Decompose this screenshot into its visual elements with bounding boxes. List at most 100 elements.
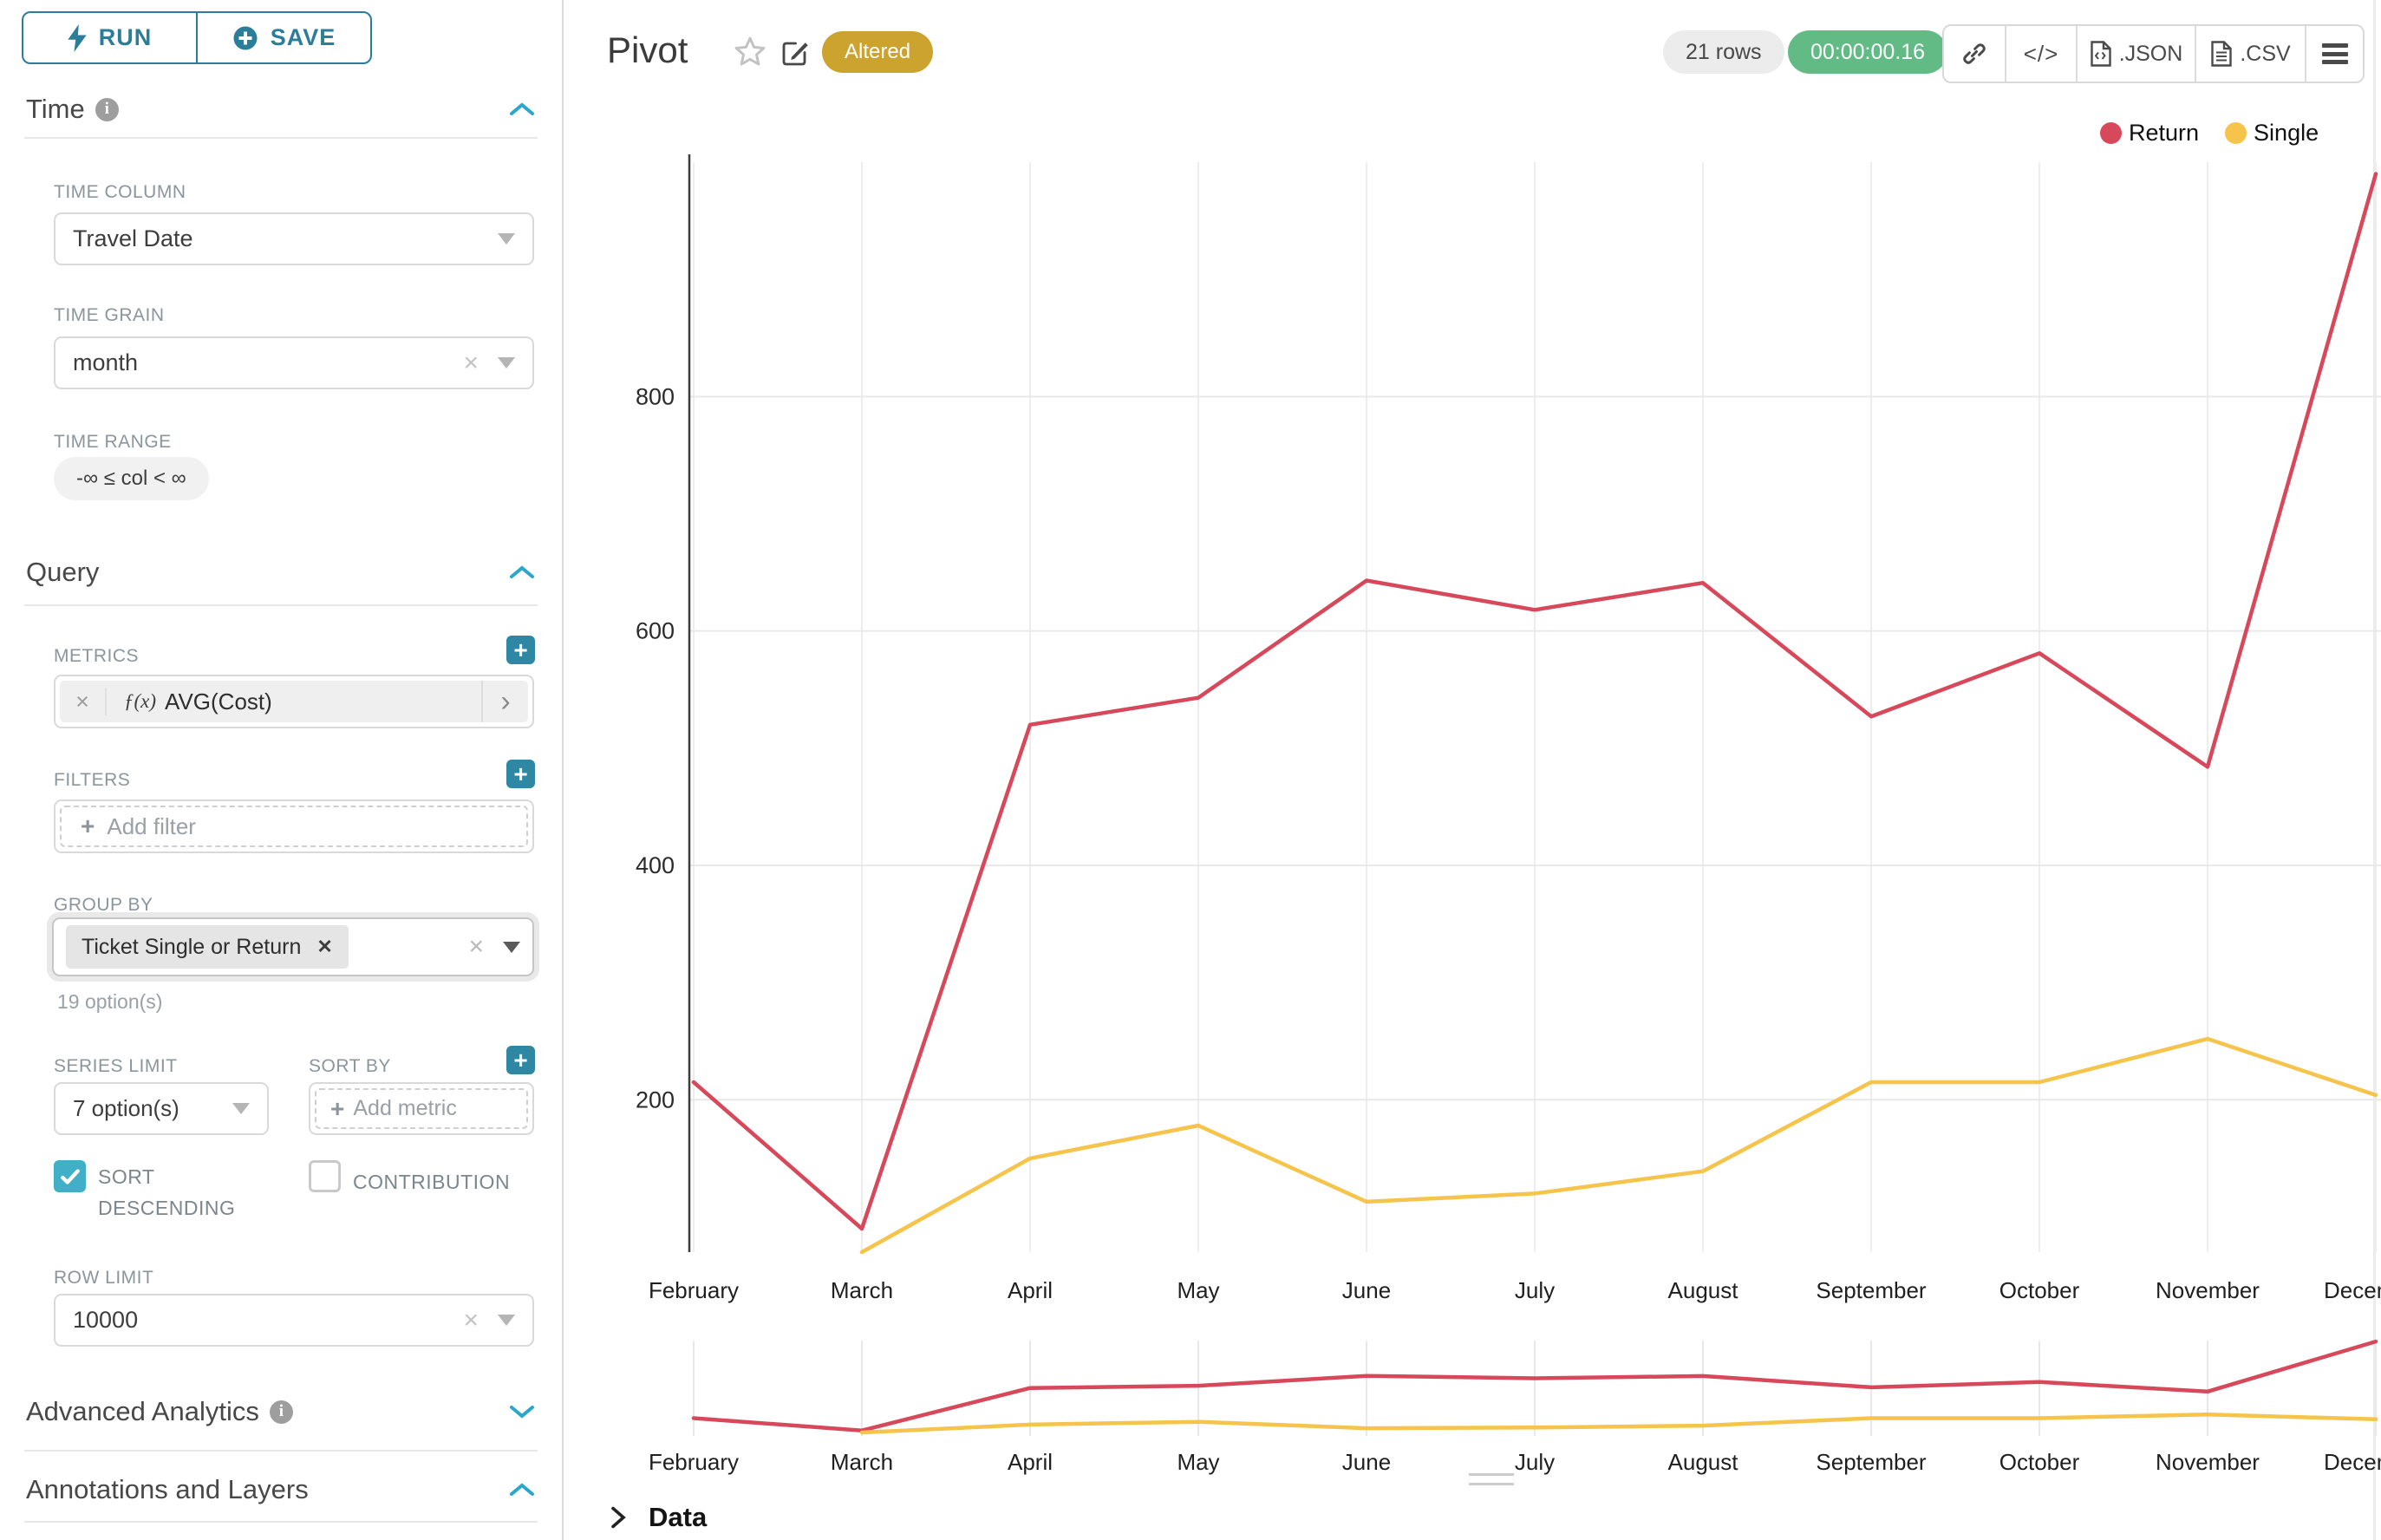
mini-x-tick-label: May xyxy=(1177,1449,1219,1475)
add-metric-button[interactable]: + xyxy=(506,636,535,664)
group-by-select[interactable]: Ticket Single or Return ✕ × xyxy=(52,917,534,976)
caret-down-icon xyxy=(498,1315,515,1326)
mini-x-tick-label: April xyxy=(1008,1449,1053,1475)
filters-field: + Add filter xyxy=(54,799,534,853)
time-section-header[interactable]: Time i xyxy=(26,92,536,127)
contribution-checkbox[interactable] xyxy=(309,1160,341,1192)
data-panel-toggle[interactable]: Data xyxy=(607,1502,707,1533)
plus-circle-icon xyxy=(232,25,258,51)
annotations-title: Annotations and Layers xyxy=(26,1474,309,1505)
caret-down-icon xyxy=(498,233,515,245)
x-tick-label: June xyxy=(1342,1277,1391,1303)
group-by-tag-label: Ticket Single or Return xyxy=(82,935,301,960)
time-column-label: TIME COLUMN xyxy=(54,182,186,203)
chart-menu-button[interactable] xyxy=(2305,26,2363,82)
metric-name: AVG(Cost) xyxy=(165,688,272,715)
brush-resize-handle[interactable] xyxy=(1469,1473,1514,1492)
metrics-label: METRICS xyxy=(54,646,139,667)
group-by-tag[interactable]: Ticket Single or Return ✕ xyxy=(66,925,349,969)
group-by-label: GROUP BY xyxy=(54,895,153,916)
contribution-label: CONTRIBUTION xyxy=(353,1167,510,1198)
plus-icon: + xyxy=(513,638,527,662)
caret-down-icon xyxy=(498,357,515,369)
time-grain-value: month xyxy=(73,349,138,376)
series-limit-select[interactable]: 7 option(s) xyxy=(54,1082,269,1135)
legend-label: Single xyxy=(2254,120,2319,147)
run-button-label: RUN xyxy=(99,24,153,51)
chart-title: Pivot xyxy=(607,29,688,71)
add-filter-dropzone[interactable]: + Add filter xyxy=(60,806,528,847)
save-button[interactable]: SAVE xyxy=(196,13,370,62)
time-range-pill[interactable]: -∞ ≤ col < ∞ xyxy=(54,457,209,500)
altered-badge[interactable]: Altered xyxy=(822,31,933,73)
metric-pill[interactable]: × ƒ(x) AVG(Cost) › xyxy=(60,681,528,722)
plus-icon: + xyxy=(81,814,95,839)
sort-descending-checkbox[interactable] xyxy=(54,1160,86,1192)
export-csv-label: .CSV xyxy=(2240,42,2290,67)
legend-label: Return xyxy=(2129,120,2199,147)
chevron-up-icon[interactable] xyxy=(508,101,536,118)
mini-x-tick-label: October xyxy=(1999,1449,2080,1475)
annotations-header[interactable]: Annotations and Layers xyxy=(26,1472,536,1507)
y-tick-label: 800 xyxy=(636,383,675,409)
edit-icon[interactable] xyxy=(779,38,810,69)
legend-dot-icon xyxy=(2100,122,2122,144)
x-tick-label: February xyxy=(649,1277,739,1303)
chevron-down-icon[interactable] xyxy=(508,1403,536,1420)
clear-icon[interactable]: × xyxy=(468,932,484,962)
clear-icon[interactable]: × xyxy=(463,350,479,376)
add-sort-metric-button[interactable]: + xyxy=(506,1046,535,1074)
remove-tag-icon[interactable]: ✕ xyxy=(316,936,332,958)
x-tick-label: April xyxy=(1008,1277,1053,1303)
time-column-select[interactable]: Travel Date xyxy=(54,212,534,265)
sort-by-field: + Add metric xyxy=(309,1082,534,1135)
x-tick-label: November xyxy=(2156,1277,2260,1303)
mini-x-tick-label: September xyxy=(1816,1449,1927,1475)
query-section-header[interactable]: Query xyxy=(26,555,536,590)
share-link-button[interactable] xyxy=(1944,26,2005,82)
export-csv-button[interactable]: .CSV xyxy=(2195,26,2305,82)
series-limit-value: 7 option(s) xyxy=(73,1095,179,1122)
export-json-button[interactable]: .JSON xyxy=(2076,26,2195,82)
chart-legend: Return Single xyxy=(2100,120,2319,147)
divider xyxy=(24,137,538,139)
legend-dot-icon xyxy=(2225,122,2247,144)
view-query-button[interactable]: </> xyxy=(2005,26,2076,82)
scrollbar-track[interactable] xyxy=(2373,0,2376,1540)
info-icon[interactable]: i xyxy=(270,1400,293,1424)
lightning-bolt-icon xyxy=(68,24,87,52)
legend-item-return[interactable]: Return xyxy=(2100,120,2199,147)
row-limit-label: ROW LIMIT xyxy=(54,1268,153,1289)
time-grain-select[interactable]: month × xyxy=(54,336,534,389)
star-icon[interactable] xyxy=(733,35,767,69)
chevron-up-icon[interactable] xyxy=(508,564,536,581)
chevron-up-icon[interactable] xyxy=(508,1481,536,1498)
mini-x-tick-label: March xyxy=(831,1449,893,1475)
y-tick-label: 600 xyxy=(636,618,675,644)
panel-divider xyxy=(562,0,564,1540)
time-section-title: Time xyxy=(26,94,85,125)
save-button-label: SAVE xyxy=(271,24,336,51)
add-filter-button[interactable]: + xyxy=(506,760,535,788)
x-tick-label: March xyxy=(831,1277,893,1303)
export-toolbar: </> .JSON .CSV xyxy=(1942,24,2365,83)
legend-item-single[interactable]: Single xyxy=(2225,120,2319,147)
link-icon xyxy=(1961,41,1987,67)
remove-metric-icon[interactable]: × xyxy=(60,688,107,715)
mini-series-line-return xyxy=(694,1341,2376,1431)
info-icon[interactable]: i xyxy=(95,98,119,121)
export-json-label: .JSON xyxy=(2119,42,2183,67)
row-limit-select[interactable]: 10000 × xyxy=(54,1294,534,1347)
run-button[interactable]: RUN xyxy=(23,13,196,62)
plus-icon: + xyxy=(513,1048,527,1073)
chevron-right-icon[interactable]: › xyxy=(481,681,528,722)
clear-icon[interactable]: × xyxy=(463,1308,479,1334)
advanced-analytics-header[interactable]: Advanced Analytics i xyxy=(26,1394,536,1429)
menu-icon xyxy=(2322,43,2348,64)
add-sort-metric-dropzone[interactable]: + Add metric xyxy=(315,1088,528,1129)
group-by-options-hint: 19 option(s) xyxy=(57,990,162,1014)
file-code-icon xyxy=(2090,41,2112,67)
caret-down-icon xyxy=(503,942,520,953)
row-count-badge: 21 rows xyxy=(1663,30,1784,74)
filters-label: FILTERS xyxy=(54,770,130,791)
